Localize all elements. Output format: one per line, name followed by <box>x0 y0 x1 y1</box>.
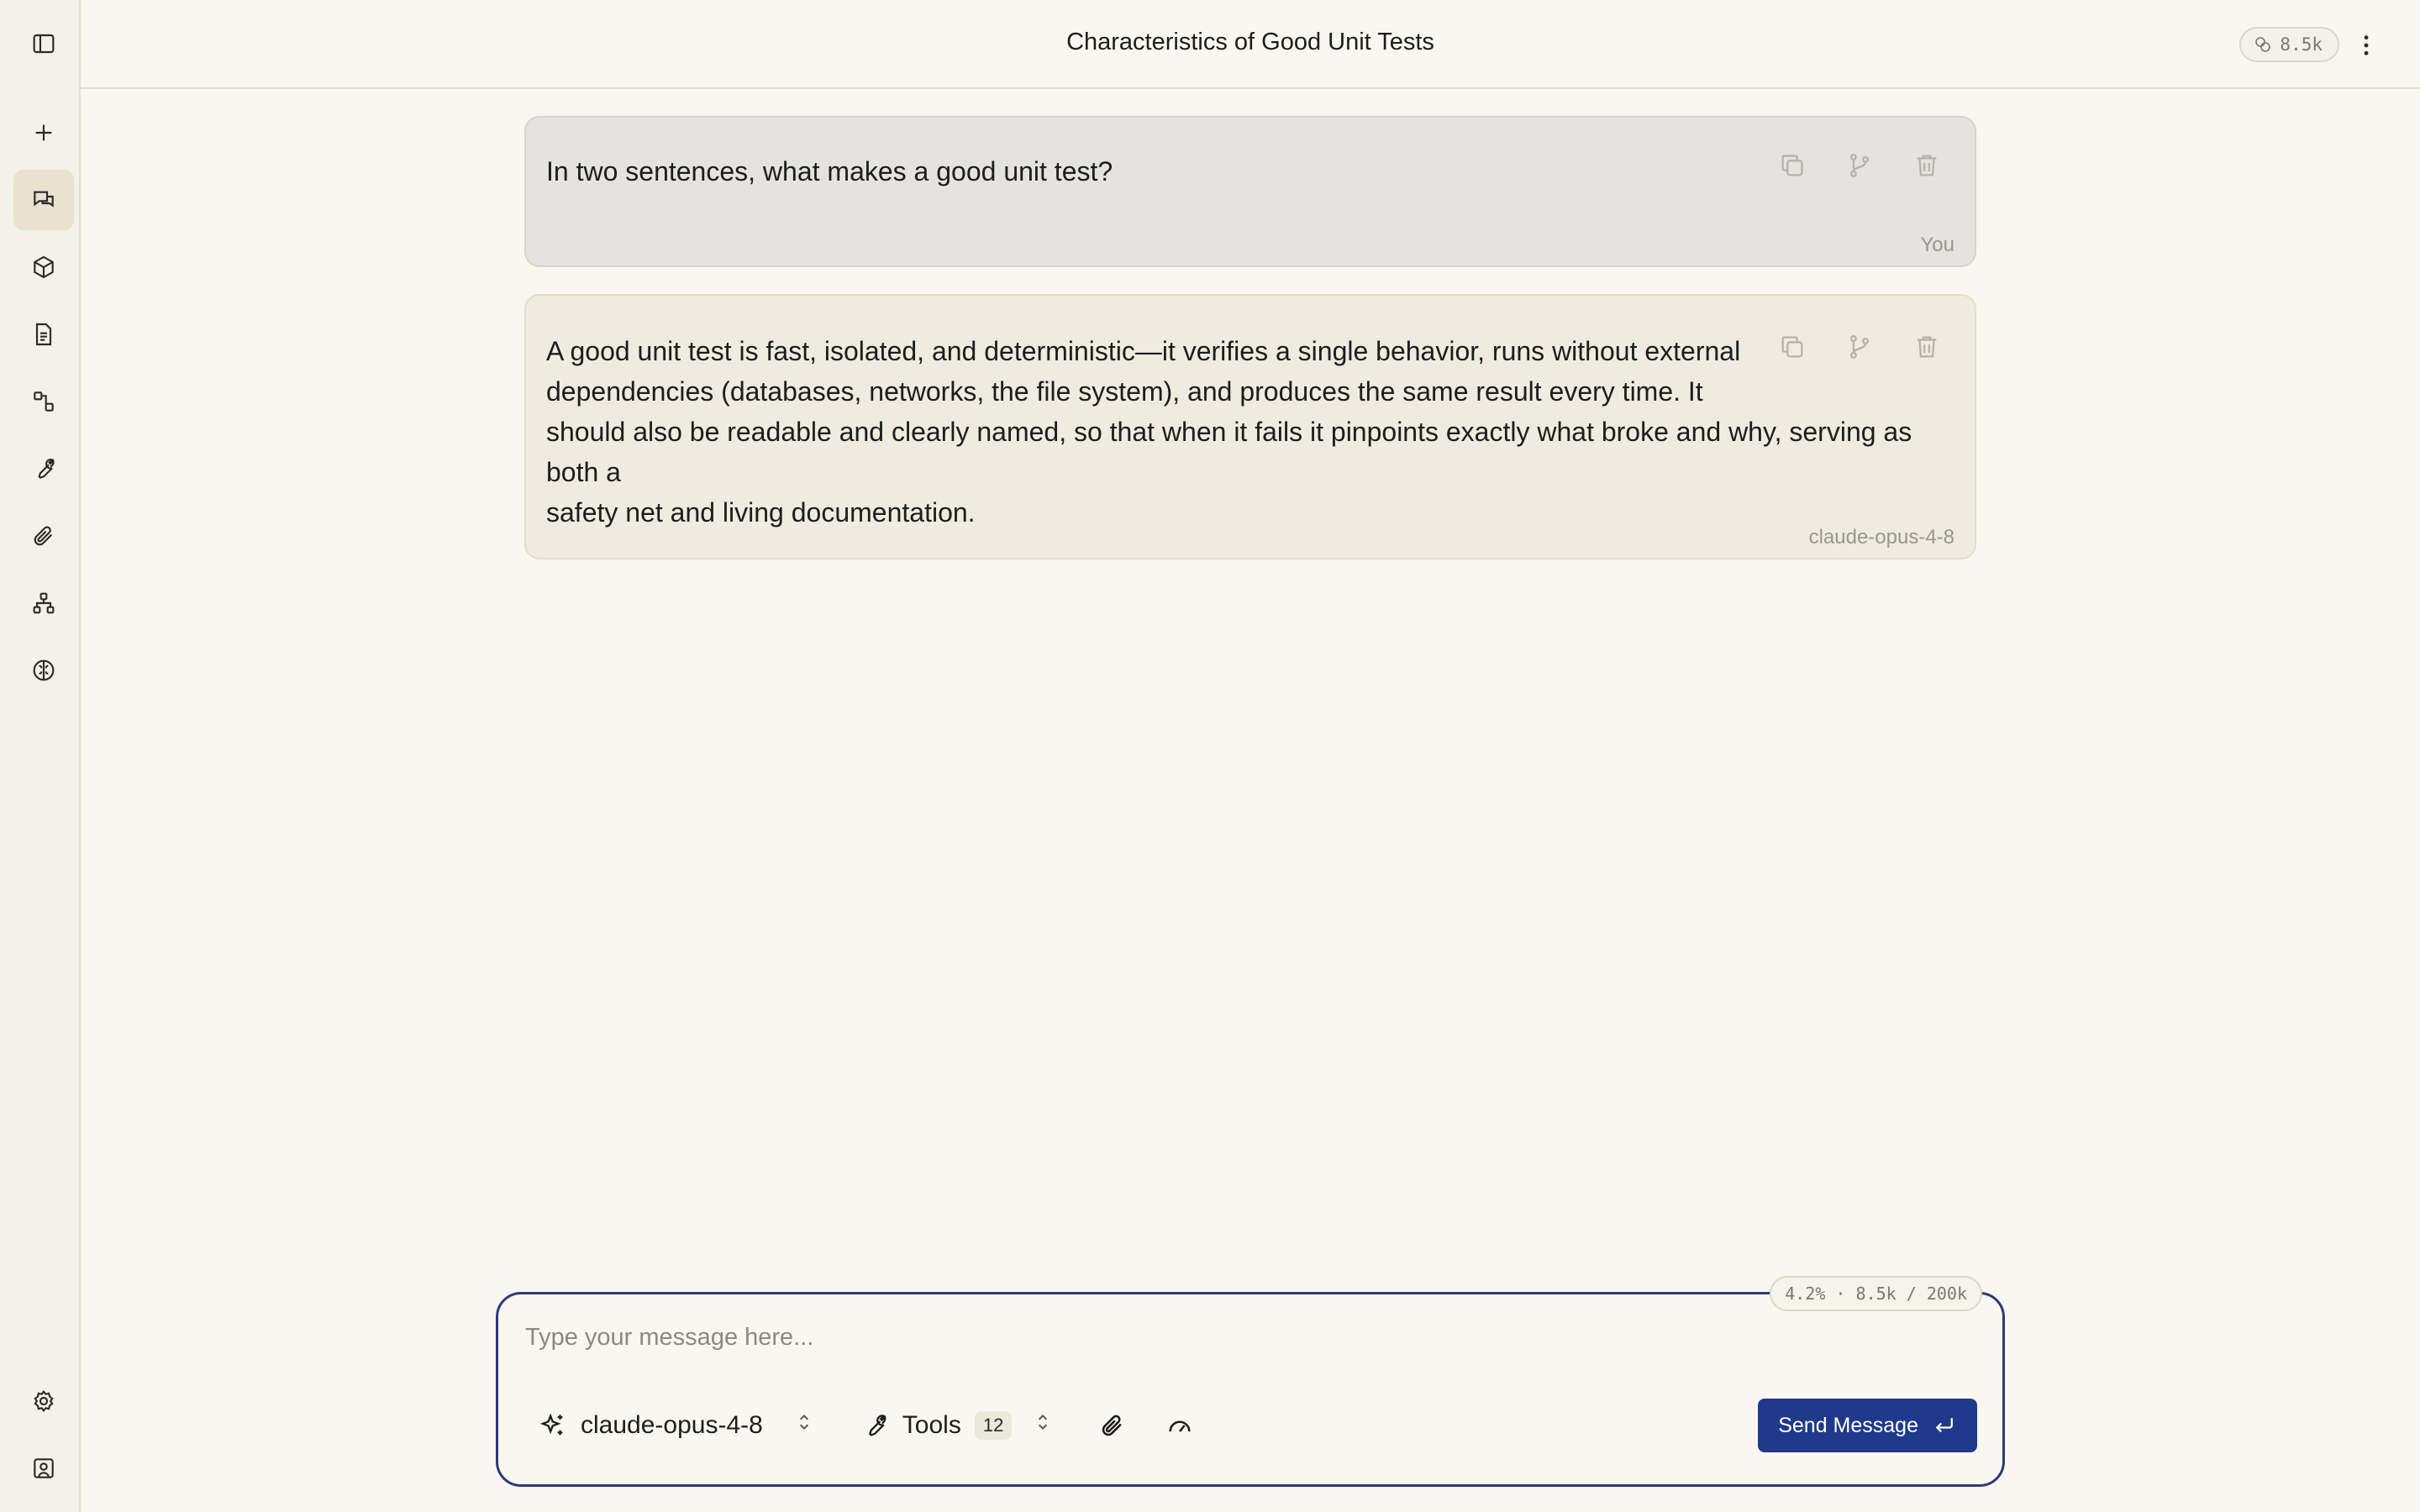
copy-icon[interactable] <box>1778 333 1807 361</box>
branch-icon[interactable] <box>1845 151 1874 180</box>
kebab-menu-icon <box>2364 35 2369 55</box>
gear-icon <box>34 1389 54 1413</box>
page-title: Characteristics of Good Unit Tests <box>1066 29 1434 55</box>
branch-icon[interactable] <box>1845 333 1874 361</box>
context-usage-badge: 4.2% · 8.5k / 200k <box>1770 1276 1982 1311</box>
sidebar-item-attachments[interactable] <box>13 506 74 566</box>
message-line: dependencies (databases, networks, the f… <box>546 376 1703 407</box>
message-text: A good unit test is fast, isolated, and … <box>546 331 1954 533</box>
enter-icon <box>1935 1418 1953 1433</box>
message-author: You <box>1920 234 1955 256</box>
sidebar-item-documents[interactable] <box>13 304 74 365</box>
message-text: In two sentences, what makes a good unit… <box>546 156 1113 186</box>
message-line: safety net and living documentation. <box>546 497 976 528</box>
token-icon <box>2255 37 2271 52</box>
chat-bubbles-icon <box>34 191 54 207</box>
tools-count-badge: 12 <box>974 1411 1013 1440</box>
sidebar-item-workflows[interactable] <box>13 371 74 432</box>
model-label: claude-opus-4-8 <box>581 1411 763 1439</box>
profile-button[interactable] <box>13 1438 74 1499</box>
message-actions <box>1778 333 1941 361</box>
sidebar-toggle-icon <box>33 34 55 54</box>
message-actions <box>1778 151 1941 180</box>
new-chat-button[interactable] <box>13 102 74 163</box>
flow-icon <box>34 391 54 412</box>
paperclip-icon <box>1102 1415 1123 1436</box>
model-selector[interactable]: claude-opus-4-8 <box>539 1411 815 1440</box>
token-count-badge[interactable]: 8.5k <box>2239 27 2339 62</box>
send-label: Send Message <box>1778 1413 1918 1437</box>
trash-icon[interactable] <box>1912 333 1941 361</box>
user-card-icon <box>34 1458 54 1478</box>
more-options-button[interactable] <box>2349 29 2383 62</box>
token-count-label: 8.5k <box>2280 34 2323 55</box>
sidebar-item-tools[interactable] <box>13 438 74 499</box>
message-line: should also be readable and clearly name… <box>546 417 1912 487</box>
chevron-updown-icon <box>793 1411 815 1440</box>
wrench-icon <box>868 1415 886 1436</box>
message-input[interactable] <box>525 1316 1870 1358</box>
tools-selector[interactable]: Tools 12 <box>860 1411 1055 1440</box>
composer-toolbar: claude-opus-4-8 Tools 12 Send Message <box>539 1399 1977 1452</box>
sidebar-item-models[interactable] <box>13 237 74 297</box>
sidebar-item-brain[interactable] <box>13 640 74 701</box>
speed-button[interactable] <box>1161 1407 1198 1444</box>
plus-icon <box>35 124 52 141</box>
paperclip-icon <box>34 526 53 546</box>
user-message: In two sentences, what makes a good unit… <box>524 116 1976 267</box>
hierarchy-icon <box>33 592 55 614</box>
sparkle-icon <box>539 1413 563 1436</box>
sidebar <box>0 0 81 1512</box>
settings-button[interactable] <box>13 1371 74 1431</box>
wrench-icon <box>38 459 55 479</box>
sidebar-item-hierarchy[interactable] <box>13 573 74 633</box>
app: Characteristics of Good Unit Tests 8.5k … <box>0 0 2420 1512</box>
composer: 4.2% · 8.5k / 200k claude-opus-4-8 Tools… <box>496 1276 2005 1487</box>
header: Characteristics of Good Unit Tests 8.5k <box>81 0 2420 89</box>
chevron-updown-icon <box>1032 1411 1054 1440</box>
tools-label: Tools <box>902 1411 961 1439</box>
sidebar-toggle-button[interactable] <box>13 13 74 74</box>
copy-icon[interactable] <box>1778 151 1807 180</box>
sidebar-item-chats[interactable] <box>13 170 74 230</box>
gauge-icon <box>1169 1420 1191 1432</box>
attach-button[interactable] <box>1094 1407 1131 1444</box>
send-message-button[interactable]: Send Message <box>1758 1399 1977 1452</box>
message-author: claude-opus-4-8 <box>1808 526 1954 549</box>
document-icon <box>35 323 52 346</box>
brain-icon <box>33 659 55 681</box>
message-line: A good unit test is fast, isolated, and … <box>546 336 1741 366</box>
assistant-message: A good unit test is fast, isolated, and … <box>524 294 1976 559</box>
trash-icon[interactable] <box>1912 151 1941 180</box>
cube-icon <box>34 255 54 279</box>
